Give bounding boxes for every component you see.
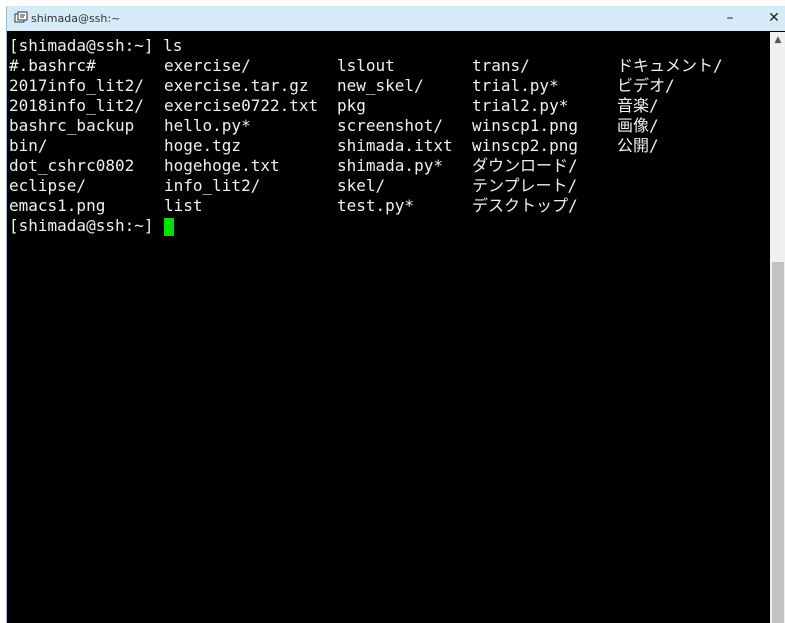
terminal-output[interactable]: [shimada@ssh:~] ls #.bashrc# 2017info_lit… xyxy=(9,32,769,623)
ls-entry: shimada.itxt xyxy=(337,136,453,155)
ls-entry: trial2.py* xyxy=(472,96,569,115)
ls-entry: info_lit2/ xyxy=(164,176,261,195)
ls-entry: テンプレート/ xyxy=(472,176,578,195)
minimize-button[interactable]: – xyxy=(712,6,748,31)
ls-entry: test.py* xyxy=(337,196,415,215)
terminal-app-icon xyxy=(14,11,28,23)
ls-entry: ドキュメント/ xyxy=(617,56,723,75)
ls-entry: shimada.py* xyxy=(337,156,443,175)
scrollbar-thumb[interactable] xyxy=(772,262,784,623)
scroll-up-arrow-icon[interactable]: ▲ xyxy=(770,32,785,48)
ls-entry: hoge.tgz xyxy=(164,136,242,155)
ls-entry: デスクトップ/ xyxy=(472,196,578,215)
ls-entry: #.bashrc# xyxy=(9,56,96,75)
ls-entry: ダウンロード/ xyxy=(472,156,578,175)
ls-entry: new_skel/ xyxy=(337,76,424,95)
ls-entry: 公開/ xyxy=(617,136,659,155)
ls-entry: lslout xyxy=(337,56,395,75)
ls-entry: 画像/ xyxy=(617,116,659,135)
ls-entry: exercise/ xyxy=(164,56,251,75)
ls-entry: pkg xyxy=(337,96,366,115)
ls-entry: emacs1.png xyxy=(9,196,106,215)
close-button[interactable]: ✕ xyxy=(756,6,785,31)
ls-entry: trial.py* xyxy=(472,76,559,95)
ls-entry: list xyxy=(164,196,203,215)
ls-entry: winscp1.png xyxy=(472,116,578,135)
prompt-line: [shimada@ssh:~] xyxy=(9,216,164,235)
ls-entry: bin/ xyxy=(9,136,48,155)
ls-entry: hogehoge.txt xyxy=(164,156,280,175)
vertical-scrollbar[interactable]: ▲ xyxy=(770,32,785,623)
ls-entry: exercise.tar.gz xyxy=(164,76,309,95)
ls-entry: bashrc_backup xyxy=(9,116,135,135)
ls-entry: 音楽/ xyxy=(617,96,659,115)
ls-entry: exercise0722.txt xyxy=(164,96,319,115)
ls-entry: trans/ xyxy=(472,56,530,75)
ls-entry: 2017info_lit2/ xyxy=(9,76,144,95)
window-title: shimada@ssh:~ xyxy=(31,12,121,25)
title-bar[interactable]: shimada@ssh:~ – ✕ xyxy=(7,6,785,31)
text-cursor xyxy=(164,218,174,236)
ls-entry: winscp2.png xyxy=(472,136,578,155)
ls-entry: dot_cshrc0802 xyxy=(9,156,135,175)
ls-entry: 2018info_lit2/ xyxy=(9,96,144,115)
ls-entry: eclipse/ xyxy=(9,176,87,195)
ls-entry: skel/ xyxy=(337,176,386,195)
ls-entry: hello.py* xyxy=(164,116,251,135)
terminal-window: shimada@ssh:~ – ✕ [shimada@ssh:~] ls #.b… xyxy=(6,6,785,623)
ls-entry: ビデオ/ xyxy=(617,76,675,95)
ls-entry: screenshot/ xyxy=(337,116,443,135)
prompt-line: [shimada@ssh:~] ls xyxy=(9,36,183,55)
